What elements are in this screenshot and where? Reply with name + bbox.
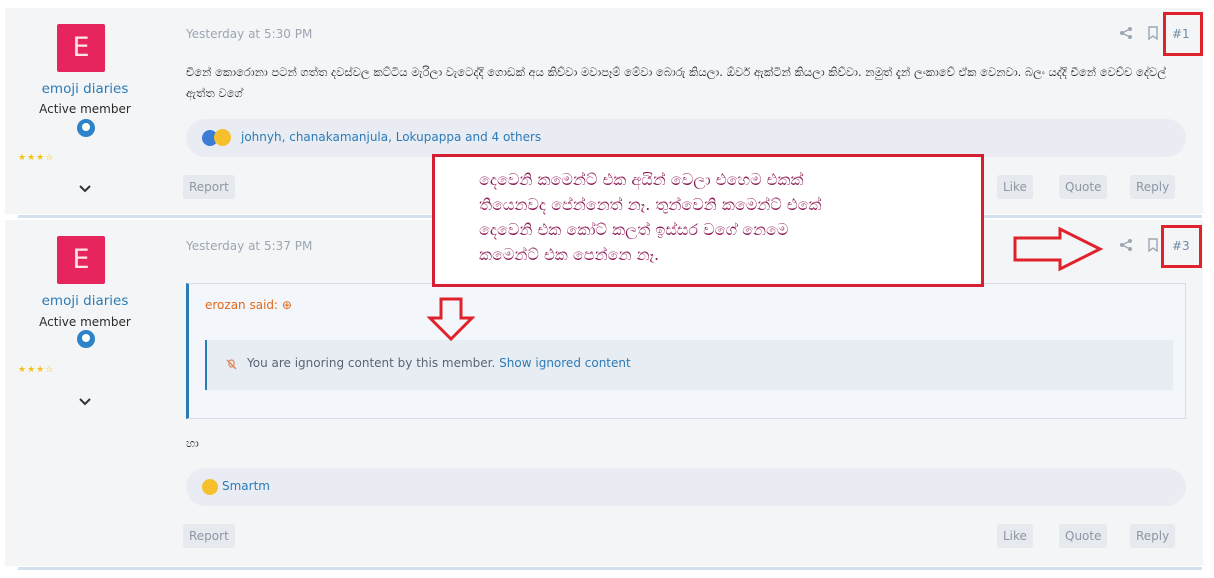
annotation-text: දෙවෙනි කමෙන්ට් එක අයින් වෙලා එහෙම එකක් ත… (479, 167, 979, 267)
quote-block: erozan said: ⊕ You are ignoring content … (186, 283, 1186, 419)
bookmark-icon[interactable] (1146, 26, 1160, 40)
reply-label: Reply (1136, 529, 1170, 543)
quote-label: Quote (1065, 180, 1102, 194)
like-button[interactable]: Like (997, 175, 1033, 199)
reply-button[interactable]: Reply (1130, 175, 1176, 199)
reactions-list[interactable]: johnyh, chanakamanjula, Lokupappa and 4 … (241, 130, 541, 144)
ignored-content-notice: You are ignoring content by this member.… (205, 340, 1173, 390)
arrow-right-icon (1013, 226, 1104, 272)
member-badge-icon (77, 330, 95, 348)
thread-page: E emoji diaries Active member ★★★☆ Yeste… (0, 0, 1214, 578)
share-icon[interactable] (1119, 238, 1133, 252)
annotation-line: තියෙනවද පේන්නෙත් නෑ. තුන්වෙනි කමෙන්ට් එක… (479, 195, 822, 214)
avatar[interactable]: E (57, 236, 105, 284)
report-button[interactable]: Report (183, 524, 235, 548)
post-body: හා (186, 436, 199, 450)
reactions-list[interactable]: Smartm (222, 479, 270, 493)
username-link[interactable]: emoji diaries (0, 293, 170, 309)
arrow-down-icon (427, 297, 475, 342)
post-body: චීනේ කොරොනා පටන් ගත්ත දවස්වල කට්ටිය මැරි… (186, 65, 1166, 100)
bookmark-icon[interactable] (1146, 238, 1160, 252)
chevron-down-icon[interactable] (78, 395, 92, 409)
quote-label: Quote (1065, 529, 1102, 543)
annotation-line: කමෙන්ට් එක පෙන්නෙ නෑ. (479, 245, 660, 264)
show-ignored-link[interactable]: Show ignored content (499, 356, 631, 370)
avatar[interactable]: E (57, 24, 105, 72)
reply-button[interactable]: Reply (1130, 524, 1176, 548)
annotation-box: දෙවෙනි කමෙන්ට් එක අයින් වෙලා එහෙම එකක් ත… (432, 154, 984, 287)
post-date[interactable]: Yesterday at 5:37 PM (186, 239, 312, 253)
like-button[interactable]: Like (997, 524, 1033, 548)
reactions-bar[interactable]: Smartm (186, 468, 1186, 506)
quote-button[interactable]: Quote (1059, 524, 1108, 548)
annotation-line: දෙවෙනි එක කෝට් කලත් ඉස්සර වගේ නෙමෙ (479, 220, 789, 239)
laugh-reaction-icon (202, 479, 218, 495)
member-badge-icon (77, 119, 95, 137)
reply-label: Reply (1136, 180, 1170, 194)
highlight-box (1163, 12, 1203, 56)
post-date[interactable]: Yesterday at 5:30 PM (186, 27, 312, 41)
share-icon[interactable] (1119, 26, 1133, 40)
report-button[interactable]: Report (183, 175, 235, 199)
wow-reaction-icon (214, 129, 231, 146)
annotation-line: දෙවෙනි කමෙන්ට් එක අයින් වෙලා එහෙම එකක් (479, 170, 804, 189)
user-title: Active member (39, 102, 131, 116)
rating-stars: ★★★☆ (18, 153, 55, 163)
highlight-box (1161, 225, 1202, 268)
report-label: Report (189, 529, 229, 543)
quote-button[interactable]: Quote (1059, 175, 1108, 199)
ignore-message: You are ignoring content by this member.… (247, 356, 631, 370)
muted-icon (226, 359, 237, 370)
chevron-down-icon[interactable] (78, 182, 92, 196)
user-title: Active member (39, 315, 131, 329)
quote-author[interactable]: erozan said: ⊕ (205, 298, 292, 312)
like-label: Like (1003, 180, 1027, 194)
post-divider (18, 567, 1202, 570)
rating-stars: ★★★☆ (18, 365, 55, 375)
like-label: Like (1003, 529, 1027, 543)
report-label: Report (189, 180, 229, 194)
reactions-bar[interactable]: johnyh, chanakamanjula, Lokupappa and 4 … (186, 119, 1186, 157)
username-link[interactable]: emoji diaries (0, 81, 170, 97)
